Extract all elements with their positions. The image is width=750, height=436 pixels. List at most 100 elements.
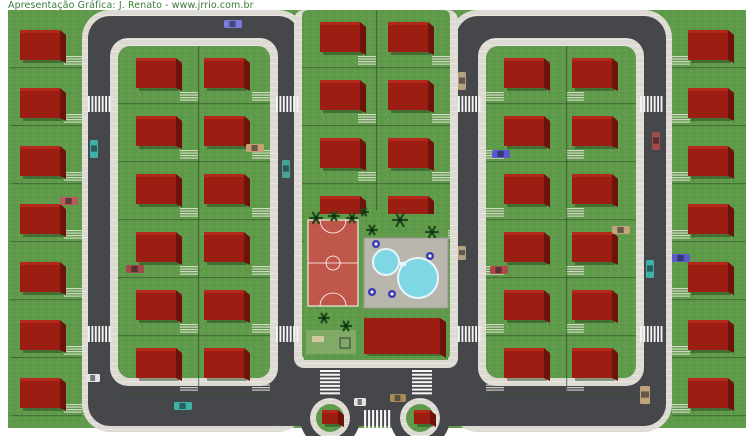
lots-block-left-b-divider — [198, 219, 270, 221]
lots-block-left-a-divider — [118, 277, 198, 279]
house-roof — [136, 174, 176, 204]
crosswalk — [461, 96, 464, 112]
driveway — [566, 92, 584, 94]
house-ridge — [320, 22, 360, 25]
crosswalk — [105, 96, 108, 112]
house-ridge — [136, 58, 176, 61]
driveway — [672, 348, 690, 350]
driveway — [672, 235, 690, 237]
driveway — [252, 266, 270, 268]
house-roof-side — [176, 348, 182, 381]
lots-block-right-b-divider — [566, 335, 636, 337]
driveway — [252, 326, 270, 328]
house-ridge — [688, 204, 728, 207]
driveway — [358, 56, 376, 58]
driveway — [566, 389, 584, 391]
driveway — [180, 389, 198, 391]
lots-outer-right-divider — [672, 299, 746, 301]
crosswalk — [98, 96, 101, 112]
driveway — [566, 384, 584, 386]
pool-bridge — [400, 262, 406, 266]
house-roof-side — [544, 232, 550, 265]
house-roof-side — [244, 174, 250, 207]
lots-outer-right-divider — [672, 241, 746, 243]
crosswalk — [368, 410, 371, 428]
car-windshield — [357, 399, 362, 405]
lot-separator — [376, 10, 378, 210]
palm-trunk — [344, 324, 348, 328]
house-roof-side — [544, 348, 550, 381]
house-roof-side — [612, 290, 618, 323]
house-ridge — [20, 146, 60, 149]
house-roof-side — [728, 146, 734, 179]
house-roof-side — [428, 80, 434, 113]
driveway — [64, 174, 82, 176]
house-roof-side — [728, 378, 734, 411]
crosswalk — [471, 96, 474, 112]
house-roof-side — [612, 174, 618, 207]
driveway — [252, 208, 270, 210]
crosswalk — [91, 326, 94, 342]
house-roof — [320, 22, 360, 52]
crosswalk — [282, 326, 285, 342]
house-ridge — [204, 116, 244, 119]
crosswalk — [279, 326, 282, 342]
driveway — [672, 293, 690, 295]
lots-block-right-a-divider — [486, 219, 566, 221]
crosswalk — [320, 392, 340, 395]
clubhouse-roof — [364, 318, 440, 354]
driveway — [486, 92, 504, 94]
lots-outer-left-divider — [10, 67, 82, 69]
driveway — [64, 237, 82, 239]
crosswalk — [289, 96, 292, 112]
car-windshield — [653, 137, 659, 144]
house-roof — [504, 116, 544, 146]
crosswalk — [98, 326, 101, 342]
driveway — [180, 155, 198, 157]
lots-block-left-b-divider — [198, 335, 270, 337]
driveway — [566, 329, 584, 331]
driveway — [672, 346, 690, 348]
house-roof-side — [544, 174, 550, 207]
crosswalk — [646, 96, 649, 112]
house-roof-side — [544, 58, 550, 91]
driveway — [672, 406, 690, 408]
house-roof — [20, 262, 60, 292]
driveway — [180, 331, 198, 333]
driveway — [432, 58, 450, 60]
site-plan-map — [0, 10, 750, 436]
house-ridge — [136, 232, 176, 235]
driveway — [432, 114, 450, 116]
crosswalk — [653, 326, 656, 342]
house-roof — [504, 174, 544, 204]
driveway — [64, 290, 82, 292]
lots-block-right-b-divider — [566, 393, 636, 395]
car-windshield — [229, 21, 236, 27]
driveway — [358, 121, 376, 123]
crosswalk — [464, 326, 467, 342]
palm-trunk — [370, 228, 374, 232]
lots-block-left-a-divider — [118, 161, 198, 163]
pool-small — [372, 248, 400, 276]
driveway — [566, 150, 584, 152]
driveway — [180, 329, 198, 331]
house-roof-side — [60, 262, 66, 295]
crosswalk — [320, 381, 340, 384]
driveway — [180, 266, 198, 268]
driveway — [64, 230, 82, 232]
crosswalk — [320, 373, 340, 376]
driveway — [64, 119, 82, 121]
lots-center-b-divider — [376, 125, 450, 127]
house-ridge — [688, 30, 728, 33]
crosswalk — [653, 96, 656, 112]
driveway — [432, 172, 450, 174]
driveway — [180, 92, 198, 94]
driveway — [180, 150, 198, 152]
crosswalk — [650, 96, 653, 112]
crosswalk — [412, 392, 432, 395]
crosswalk — [286, 96, 289, 112]
driveway — [252, 97, 270, 99]
house-roof — [572, 116, 612, 146]
driveway — [252, 331, 270, 333]
driveway — [486, 382, 504, 384]
